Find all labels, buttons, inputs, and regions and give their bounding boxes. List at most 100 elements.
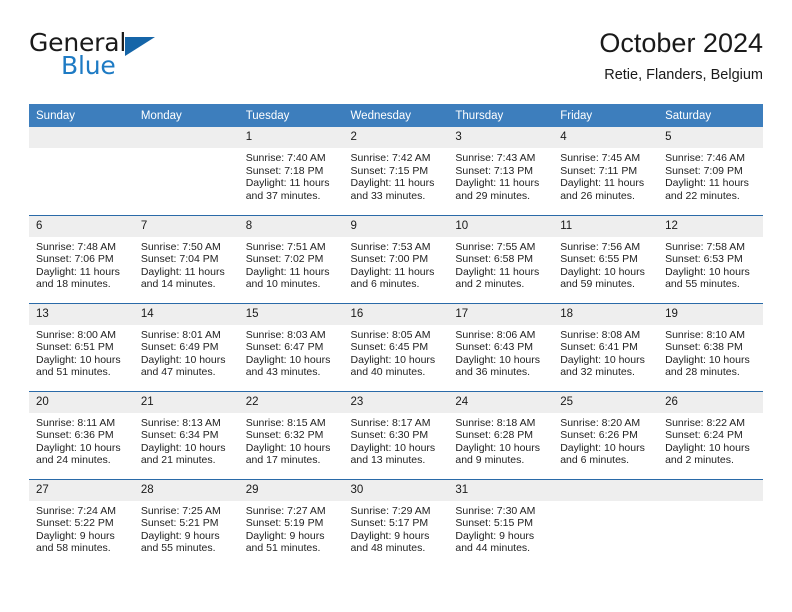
daylight-text: Daylight: 10 hours and 2 minutes. [665, 441, 750, 467]
calendar-day-cell[interactable]: 7 Sunrise: 7:50 AM Sunset: 7:04 PM Daylight… [133, 214, 239, 303]
sunrise-text: Sunrise: 7:30 AM [455, 504, 536, 517]
sunrise-text: Sunrise: 8:20 AM [560, 416, 641, 429]
sunset-text: Sunset: 6:24 PM [665, 429, 743, 442]
page-title: October 2024 [599, 28, 763, 58]
calendar-week-row: 6 Sunrise: 7:48 AM Sunset: 7:06 PM Daylight… [29, 214, 763, 303]
weekday-header-friday: Friday [553, 104, 659, 127]
day-number: 13 [29, 303, 134, 325]
calendar-day-cell[interactable]: 23 Sunrise: 8:17 AM Sunset: 6:30 PM Dayligh… [343, 390, 449, 479]
day-cell-inner: 15 Sunrise: 8:03 AM Sunset: 6:47 PM Dayligh… [238, 303, 344, 391]
sunrise-text: Sunrise: 7:50 AM [140, 240, 221, 253]
day-number: 21 [133, 391, 239, 413]
sunrise-text: Sunrise: 7:45 AM [560, 152, 641, 164]
day-number [133, 127, 239, 148]
sunrise-text: Sunrise: 8:05 AM [350, 328, 431, 341]
day-cell-inner: 27 Sunrise: 7:24 AM Sunset: 5:22 PM Dayligh… [29, 479, 134, 568]
sunset-text: Sunset: 7:13 PM [455, 164, 534, 177]
calendar-day-cell[interactable]: 13 Sunrise: 8:00 AM Sunset: 6:51 PM Dayligh… [29, 302, 134, 391]
weekday-header-sunday: Sunday [29, 104, 134, 127]
sunset-text: Sunset: 6:30 PM [350, 429, 429, 442]
calendar-day-cell[interactable]: 18 Sunrise: 8:08 AM Sunset: 6:41 PM Dayligh… [553, 302, 659, 391]
day-details: Sunrise: 7:24 AM Sunset: 5:22 PM Daylight:… [29, 501, 134, 555]
logo-triangle-icon [125, 37, 155, 56]
sunrise-text: Sunrise: 7:25 AM [140, 504, 221, 517]
sunset-text: Sunset: 6:32 PM [245, 429, 324, 442]
day-cell-inner: 20 Sunrise: 8:11 AM Sunset: 6:36 PM Dayligh… [29, 391, 134, 479]
calendar-day-cell[interactable]: 22 Sunrise: 8:15 AM Sunset: 6:32 PM Dayligh… [238, 390, 344, 479]
day-number: 4 [553, 127, 659, 148]
sunrise-text: Sunrise: 7:53 AM [350, 240, 431, 253]
day-cell-inner: 13 Sunrise: 8:00 AM Sunset: 6:51 PM Dayligh… [29, 303, 134, 391]
calendar-day-cell[interactable]: 24 Sunrise: 8:18 AM Sunset: 6:28 PM Dayligh… [448, 390, 554, 479]
day-cell-inner: 25 Sunrise: 8:20 AM Sunset: 6:26 PM Dayligh… [553, 391, 659, 479]
sunset-text: Sunset: 5:21 PM [140, 517, 219, 530]
sunset-text: Sunset: 6:58 PM [455, 253, 534, 266]
calendar-day-cell[interactable]: 30 Sunrise: 7:29 AM Sunset: 5:17 PM Dayligh… [343, 478, 449, 567]
day-number: 1 [238, 127, 344, 148]
sunset-text: Sunset: 6:38 PM [665, 341, 743, 354]
sunset-text: Sunset: 6:51 PM [36, 341, 114, 354]
day-number: 6 [29, 215, 134, 237]
calendar-day-cell[interactable]: 3 Sunrise: 7:43 AM Sunset: 7:13 PM Daylight… [448, 127, 554, 215]
daylight-text: Daylight: 10 hours and 13 minutes. [350, 441, 436, 467]
calendar-day-cell[interactable]: 19 Sunrise: 8:10 AM Sunset: 6:38 PM Dayligh… [658, 302, 763, 391]
daylight-text: Daylight: 10 hours and 28 minutes. [665, 353, 750, 379]
day-cell-inner: 10 Sunrise: 7:55 AM Sunset: 6:58 PM Dayligh… [448, 215, 554, 303]
sunrise-text: Sunrise: 8:06 AM [455, 328, 536, 341]
sunset-text: Sunset: 6:36 PM [36, 429, 114, 442]
day-cell-inner: 31 Sunrise: 7:30 AM Sunset: 5:15 PM Dayligh… [448, 479, 554, 568]
calendar-day-cell[interactable]: 29 Sunrise: 7:27 AM Sunset: 5:19 PM Dayligh… [238, 478, 344, 567]
day-cell-inner [29, 127, 134, 215]
calendar-day-cell[interactable]: 20 Sunrise: 8:11 AM Sunset: 6:36 PM Dayligh… [29, 390, 134, 479]
calendar-day-cell[interactable]: 2 Sunrise: 7:42 AM Sunset: 7:15 PM Daylight… [343, 127, 449, 215]
sunrise-text: Sunrise: 7:43 AM [455, 152, 536, 164]
daylight-text: Daylight: 10 hours and 47 minutes. [140, 353, 226, 379]
day-details: Sunrise: 7:46 AM Sunset: 7:09 PM Daylight:… [658, 148, 763, 202]
day-cell-inner: 17 Sunrise: 8:06 AM Sunset: 6:43 PM Dayligh… [448, 303, 554, 391]
sunset-text: Sunset: 6:34 PM [140, 429, 219, 442]
calendar-day-cell[interactable]: 17 Sunrise: 8:06 AM Sunset: 6:43 PM Dayligh… [448, 302, 554, 391]
calendar-day-cell[interactable]: 9 Sunrise: 7:53 AM Sunset: 7:00 PM Daylight… [343, 214, 449, 303]
day-details: Sunrise: 8:03 AM Sunset: 6:47 PM Daylight:… [239, 325, 344, 379]
calendar-day-cell[interactable]: 8 Sunrise: 7:51 AM Sunset: 7:02 PM Daylight… [238, 214, 344, 303]
calendar-day-cell[interactable]: 25 Sunrise: 8:20 AM Sunset: 6:26 PM Dayligh… [553, 390, 659, 479]
calendar-day-cell[interactable]: 11 Sunrise: 7:56 AM Sunset: 6:55 PM Dayligh… [553, 214, 659, 303]
sunrise-text: Sunrise: 8:00 AM [36, 328, 116, 341]
sunrise-text: Sunrise: 7:56 AM [560, 240, 641, 253]
calendar-day-cell[interactable]: 12 Sunrise: 7:58 AM Sunset: 6:53 PM Dayligh… [658, 214, 763, 303]
day-details: Sunrise: 8:18 AM Sunset: 6:28 PM Daylight:… [448, 413, 553, 467]
calendar-day-cell[interactable]: 21 Sunrise: 8:13 AM Sunset: 6:34 PM Dayligh… [133, 390, 239, 479]
calendar-day-cell-empty [133, 127, 239, 215]
sunrise-text: Sunrise: 8:18 AM [455, 416, 536, 429]
day-number: 14 [133, 303, 239, 325]
calendar-day-cell[interactable]: 5 Sunrise: 7:46 AM Sunset: 7:09 PM Daylight… [658, 127, 763, 215]
day-cell-inner: 19 Sunrise: 8:10 AM Sunset: 6:38 PM Dayligh… [658, 303, 763, 391]
day-number: 5 [658, 127, 763, 148]
sunrise-text: Sunrise: 7:40 AM [245, 152, 326, 164]
calendar-day-cell[interactable]: 27 Sunrise: 7:24 AM Sunset: 5:22 PM Dayligh… [29, 478, 134, 568]
sunset-text: Sunset: 5:17 PM [350, 517, 429, 530]
calendar-day-cell[interactable]: 1 Sunrise: 7:40 AM Sunset: 7:18 PM Daylight… [238, 127, 344, 215]
day-details: Sunrise: 7:58 AM Sunset: 6:53 PM Daylight:… [658, 237, 763, 291]
calendar-day-cell[interactable]: 14 Sunrise: 8:01 AM Sunset: 6:49 PM Dayligh… [133, 302, 239, 391]
calendar-day-cell[interactable]: 15 Sunrise: 8:03 AM Sunset: 6:47 PM Dayligh… [238, 302, 344, 391]
sunrise-text: Sunrise: 8:15 AM [245, 416, 326, 429]
calendar-day-cell[interactable]: 6 Sunrise: 7:48 AM Sunset: 7:06 PM Daylight… [29, 214, 134, 303]
daylight-text: Daylight: 10 hours and 32 minutes. [560, 353, 645, 379]
calendar-day-cell[interactable]: 26 Sunrise: 8:22 AM Sunset: 6:24 PM Dayligh… [658, 390, 763, 479]
calendar-day-cell[interactable]: 31 Sunrise: 7:30 AM Sunset: 5:15 PM Dayligh… [448, 478, 554, 568]
day-details: Sunrise: 7:27 AM Sunset: 5:19 PM Daylight:… [239, 501, 344, 555]
calendar-day-cell[interactable]: 16 Sunrise: 8:05 AM Sunset: 6:45 PM Dayligh… [343, 302, 449, 391]
calendar-day-cell[interactable]: 4 Sunrise: 7:45 AM Sunset: 7:11 PM Daylight… [553, 127, 659, 215]
calendar-day-cell[interactable]: 28 Sunrise: 7:25 AM Sunset: 5:21 PM Dayligh… [133, 478, 239, 567]
day-details: Sunrise: 7:45 AM Sunset: 7:11 PM Daylight:… [553, 148, 658, 202]
sunset-text: Sunset: 6:49 PM [140, 341, 219, 354]
day-cell-inner: 14 Sunrise: 8:01 AM Sunset: 6:49 PM Dayligh… [133, 303, 239, 391]
calendar-page: General Blue October 2024 Retie, Flander… [0, 0, 792, 612]
day-details: Sunrise: 8:10 AM Sunset: 6:38 PM Daylight:… [658, 325, 763, 379]
day-cell-inner: 1 Sunrise: 7:40 AM Sunset: 7:18 PM Daylight… [238, 127, 344, 215]
daylight-text: Daylight: 11 hours and 33 minutes. [350, 177, 435, 202]
calendar-day-cell[interactable]: 10 Sunrise: 7:55 AM Sunset: 6:58 PM Dayligh… [448, 214, 554, 303]
daylight-text: Daylight: 10 hours and 40 minutes. [350, 353, 436, 379]
sunset-text: Sunset: 6:55 PM [560, 253, 638, 266]
